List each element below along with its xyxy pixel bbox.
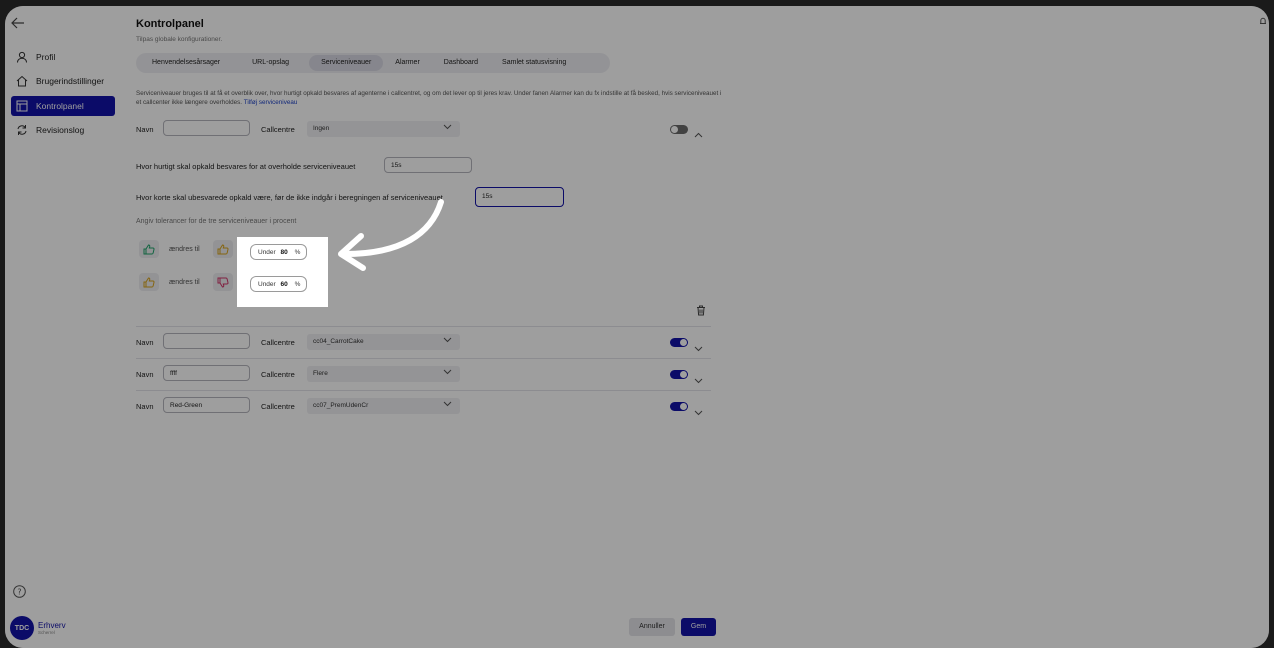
- help-icon[interactable]: ?: [13, 585, 26, 603]
- name-input[interactable]: [163, 333, 250, 349]
- under-label: Under: [258, 281, 276, 288]
- tab-bar: Henvendelsesårsager URL-opslag Serviceni…: [136, 53, 610, 73]
- brand-name: Erhverv: [38, 621, 66, 630]
- changes-to-label: ændres til: [169, 279, 200, 286]
- tolerance-value: 80: [280, 249, 288, 256]
- tdc-logo-icon: TDC: [10, 616, 34, 640]
- row-divider: [136, 326, 711, 327]
- sidebar-item-label: Kontrolpanel: [36, 101, 84, 111]
- callcentre-value: Flere: [313, 370, 328, 377]
- callcentre-label: Callcentre: [261, 370, 295, 379]
- tolerance-input-2[interactable]: Under 60 %: [250, 276, 307, 292]
- short-call-input[interactable]: 15s: [475, 187, 564, 207]
- callcentre-label: Callcentre: [261, 125, 295, 134]
- thumbs-up-icon: [139, 240, 159, 258]
- sidebar-item-brugerindstillinger[interactable]: Brugerindstillinger: [11, 71, 115, 91]
- thumbs-mid-icon: [139, 273, 159, 291]
- tolerance-input-1[interactable]: Under 80 %: [250, 244, 307, 260]
- tab-url-opslag[interactable]: URL-opslag: [240, 55, 301, 71]
- enabled-toggle[interactable]: [670, 125, 688, 134]
- thumbs-mid-icon: [213, 240, 233, 258]
- chevron-down-icon[interactable]: [694, 371, 703, 389]
- refresh-icon: [13, 124, 31, 136]
- page-subtitle: Tilpas globale konfigurationer.: [136, 36, 223, 43]
- callcentre-label: Callcentre: [261, 402, 295, 411]
- sidebar-item-label: Brugerindstillinger: [36, 76, 105, 86]
- toggle-knob: [680, 403, 687, 410]
- tab-serviceniveauer[interactable]: Serviceniveauer: [309, 55, 384, 71]
- callcentre-label: Callcentre: [261, 338, 295, 347]
- annotation-arrow-icon: [331, 196, 451, 281]
- under-label: Under: [258, 249, 276, 256]
- highlight-box: Under 80 % Under 60 %: [237, 237, 328, 307]
- percent-label: %: [294, 249, 301, 256]
- name-label: Navn: [136, 402, 154, 411]
- chevron-down-icon: [443, 366, 452, 382]
- save-button[interactable]: Gem: [681, 618, 716, 636]
- percent-label: %: [294, 281, 301, 288]
- bell-icon[interactable]: [1259, 16, 1267, 28]
- callcentre-select[interactable]: Ingen: [307, 121, 460, 137]
- chevron-up-icon[interactable]: [694, 125, 703, 143]
- name-label: Navn: [136, 370, 154, 379]
- panel-icon: [13, 100, 31, 112]
- cancel-button[interactable]: Annuller: [629, 618, 675, 636]
- user-icon: [13, 51, 31, 63]
- row-divider: [136, 358, 711, 359]
- sidebar-item-kontrolpanel[interactable]: Kontrolpanel: [11, 96, 115, 116]
- sidebar-item-revisionslog[interactable]: Revisionslog: [11, 120, 115, 140]
- tab-dashboard[interactable]: Dashboard: [432, 55, 490, 71]
- trash-icon[interactable]: [696, 303, 706, 321]
- toggle-knob: [671, 126, 678, 133]
- answer-time-input[interactable]: 15s: [384, 157, 472, 173]
- callcentre-select[interactable]: cc07_PremUdenCr: [307, 398, 460, 414]
- sidebar-item-label: Profil: [36, 52, 56, 62]
- toggle-knob: [680, 371, 687, 378]
- callcentre-value: Ingen: [313, 125, 330, 132]
- sidebar-item-profil[interactable]: Profil: [11, 47, 115, 67]
- tab-alarmer[interactable]: Alarmer: [383, 55, 432, 71]
- name-input[interactable]: ffff: [163, 365, 250, 381]
- answer-time-label: Hvor hurtigt skal opkald besvares for at…: [136, 162, 356, 171]
- home-icon: [13, 75, 31, 87]
- toggle-knob: [680, 339, 687, 346]
- page-title: Kontrolpanel: [136, 18, 204, 30]
- app-window: Profil Brugerindstillinger Kontrolpanel …: [5, 6, 1269, 648]
- chevron-down-icon: [443, 398, 452, 414]
- changes-to-label: ændres til: [169, 246, 200, 253]
- tab-samlet-statusvisning[interactable]: Samlet statusvisning: [490, 55, 578, 71]
- svg-text:?: ?: [17, 587, 21, 596]
- add-service-level-link[interactable]: Tilføj serviceniveau: [244, 99, 298, 106]
- chevron-down-icon[interactable]: [694, 339, 703, 357]
- description: Serviceniveauer bruges til at få et over…: [136, 89, 726, 107]
- name-label: Navn: [136, 338, 154, 347]
- enabled-toggle[interactable]: [670, 338, 688, 347]
- callcentre-select[interactable]: cc04_CarrotCake: [307, 334, 460, 350]
- tab-henvendelsesarsager[interactable]: Henvendelsesårsager: [140, 55, 232, 71]
- description-text: Serviceniveauer bruges til at få et over…: [136, 90, 722, 106]
- name-input[interactable]: Red-Green: [163, 397, 250, 413]
- callcentre-select[interactable]: Flere: [307, 366, 460, 382]
- tolerance-heading: Angiv tolerancer for de tre servicenivea…: [136, 218, 297, 225]
- chevron-down-icon: [443, 121, 452, 137]
- brand-sub: Scherrel: [38, 630, 55, 635]
- logo-text: TDC: [14, 624, 30, 632]
- thumbs-down-icon: [213, 273, 233, 291]
- name-input[interactable]: [163, 120, 250, 136]
- chevron-down-icon: [443, 334, 452, 350]
- callcentre-value: cc07_PremUdenCr: [313, 402, 369, 409]
- enabled-toggle[interactable]: [670, 370, 688, 379]
- enabled-toggle[interactable]: [670, 402, 688, 411]
- tolerance-value: 60: [280, 281, 288, 288]
- back-arrow-icon[interactable]: [11, 16, 25, 34]
- chevron-down-icon[interactable]: [694, 403, 703, 421]
- callcentre-value: cc04_CarrotCake: [313, 338, 364, 345]
- brand-logo: TDC Erhverv Scherrel: [10, 616, 66, 640]
- name-label: Navn: [136, 125, 154, 134]
- sidebar-item-label: Revisionslog: [36, 125, 85, 135]
- row-divider: [136, 390, 711, 391]
